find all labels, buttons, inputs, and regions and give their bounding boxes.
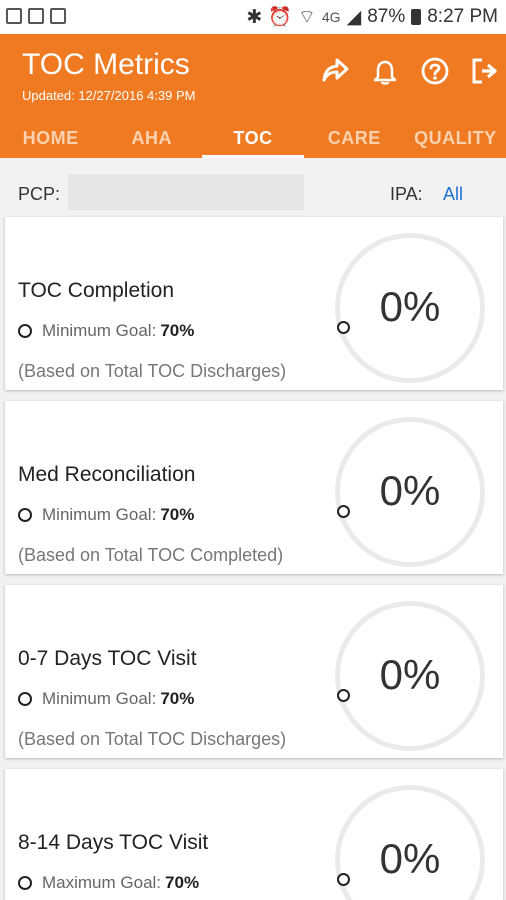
tab-bar: HOME AHA TOC CARE QUALITY xyxy=(0,120,506,158)
alarm-icon: ⏰ xyxy=(268,7,293,28)
app-icon xyxy=(50,8,66,24)
help-icon[interactable] xyxy=(420,56,450,86)
ipa-selector[interactable]: All xyxy=(443,184,463,205)
image-icon xyxy=(6,8,22,24)
metric-card-toc-completion[interactable]: TOC Completion Minimum Goal: 70% (Based … xyxy=(5,217,503,390)
metric-basis: (Based on Total TOC Completed) xyxy=(18,545,284,565)
battery-icon xyxy=(411,9,422,25)
goal-value: 70% xyxy=(160,689,195,708)
goal-value: 70% xyxy=(160,321,195,340)
metric-percent: 0% xyxy=(379,835,441,882)
tab-care[interactable]: CARE xyxy=(304,120,405,158)
ipa-label: IPA: xyxy=(390,184,423,204)
goal-bullet-icon xyxy=(18,692,32,706)
metric-goal: Minimum Goal: 70% xyxy=(18,321,194,341)
clock: 8:27 PM xyxy=(427,6,498,27)
lte-label: 4G xyxy=(321,9,341,25)
metric-basis: (Based on Total TOC Discharges) xyxy=(18,361,287,381)
metric-percent: 0% xyxy=(379,467,441,514)
metric-goal: Minimum Goal: 70% xyxy=(18,689,194,709)
bluetooth-icon: ✱ xyxy=(246,6,263,28)
status-bar-system: ✱ ⏰ ⌔ 4G ◢ 87% 8:27 PM xyxy=(246,5,498,29)
tab-home[interactable]: HOME xyxy=(0,120,101,158)
metric-name: Med Reconciliation xyxy=(18,463,196,486)
goal-label: Minimum Goal: xyxy=(42,321,157,340)
metric-name: 0-7 Days TOC Visit xyxy=(18,647,197,670)
status-bar-notifications xyxy=(6,8,66,24)
flipboard-icon xyxy=(28,8,44,24)
metric-goal: Maximum Goal: 70% xyxy=(18,873,199,893)
metric-name: 8-14 Days TOC Visit xyxy=(18,831,209,854)
metric-card-med-reconciliation[interactable]: Med Reconciliation Minimum Goal: 70% (Ba… xyxy=(5,401,503,574)
goal-bullet-icon xyxy=(18,324,32,338)
metric-card-8-14-days-visit[interactable]: 8-14 Days TOC Visit Maximum Goal: 70% 0% xyxy=(5,769,503,900)
page-title: TOC Metrics xyxy=(22,48,190,81)
tab-aha[interactable]: AHA xyxy=(101,120,202,158)
app-bar: TOC Metrics Updated: 12/27/2016 4:39 PM … xyxy=(0,34,506,158)
metric-goal: Minimum Goal: 70% xyxy=(18,505,194,525)
metric-name: TOC Completion xyxy=(18,279,175,302)
status-bar: ✱ ⏰ ⌔ 4G ◢ 87% 8:27 PM xyxy=(0,0,506,34)
battery-level: 87% xyxy=(367,6,406,27)
share-icon[interactable] xyxy=(320,56,350,86)
app-bar-actions xyxy=(320,56,500,86)
goal-bullet-icon xyxy=(18,876,32,890)
wifi-icon: ⌔ xyxy=(298,7,316,28)
pcp-label: PCP: xyxy=(18,184,61,204)
metric-card-0-7-days-visit[interactable]: 0-7 Days TOC Visit Minimum Goal: 70% (Ba… xyxy=(5,585,503,758)
goal-label: Minimum Goal: xyxy=(42,505,157,524)
metric-percent: 0% xyxy=(379,651,441,698)
goal-label: Minimum Goal: xyxy=(42,689,157,708)
goal-value: 70% xyxy=(165,873,200,892)
tab-quality[interactable]: QUALITY xyxy=(405,120,506,158)
metric-basis: (Based on Total TOC Discharges) xyxy=(18,729,287,749)
filter-bar: PCP: IPA: All xyxy=(0,158,506,214)
signal-icon: ◢ xyxy=(346,6,362,28)
logout-icon[interactable] xyxy=(470,56,500,86)
goal-bullet-icon xyxy=(18,508,32,522)
tab-toc[interactable]: TOC xyxy=(202,120,304,158)
pcp-selector[interactable] xyxy=(68,174,304,210)
goal-label: Maximum Goal: xyxy=(42,873,162,892)
goal-value: 70% xyxy=(160,505,195,524)
bell-icon[interactable] xyxy=(370,56,400,86)
metric-percent: 0% xyxy=(379,283,441,330)
updated-timestamp: Updated: 12/27/2016 4:39 PM xyxy=(22,88,196,103)
